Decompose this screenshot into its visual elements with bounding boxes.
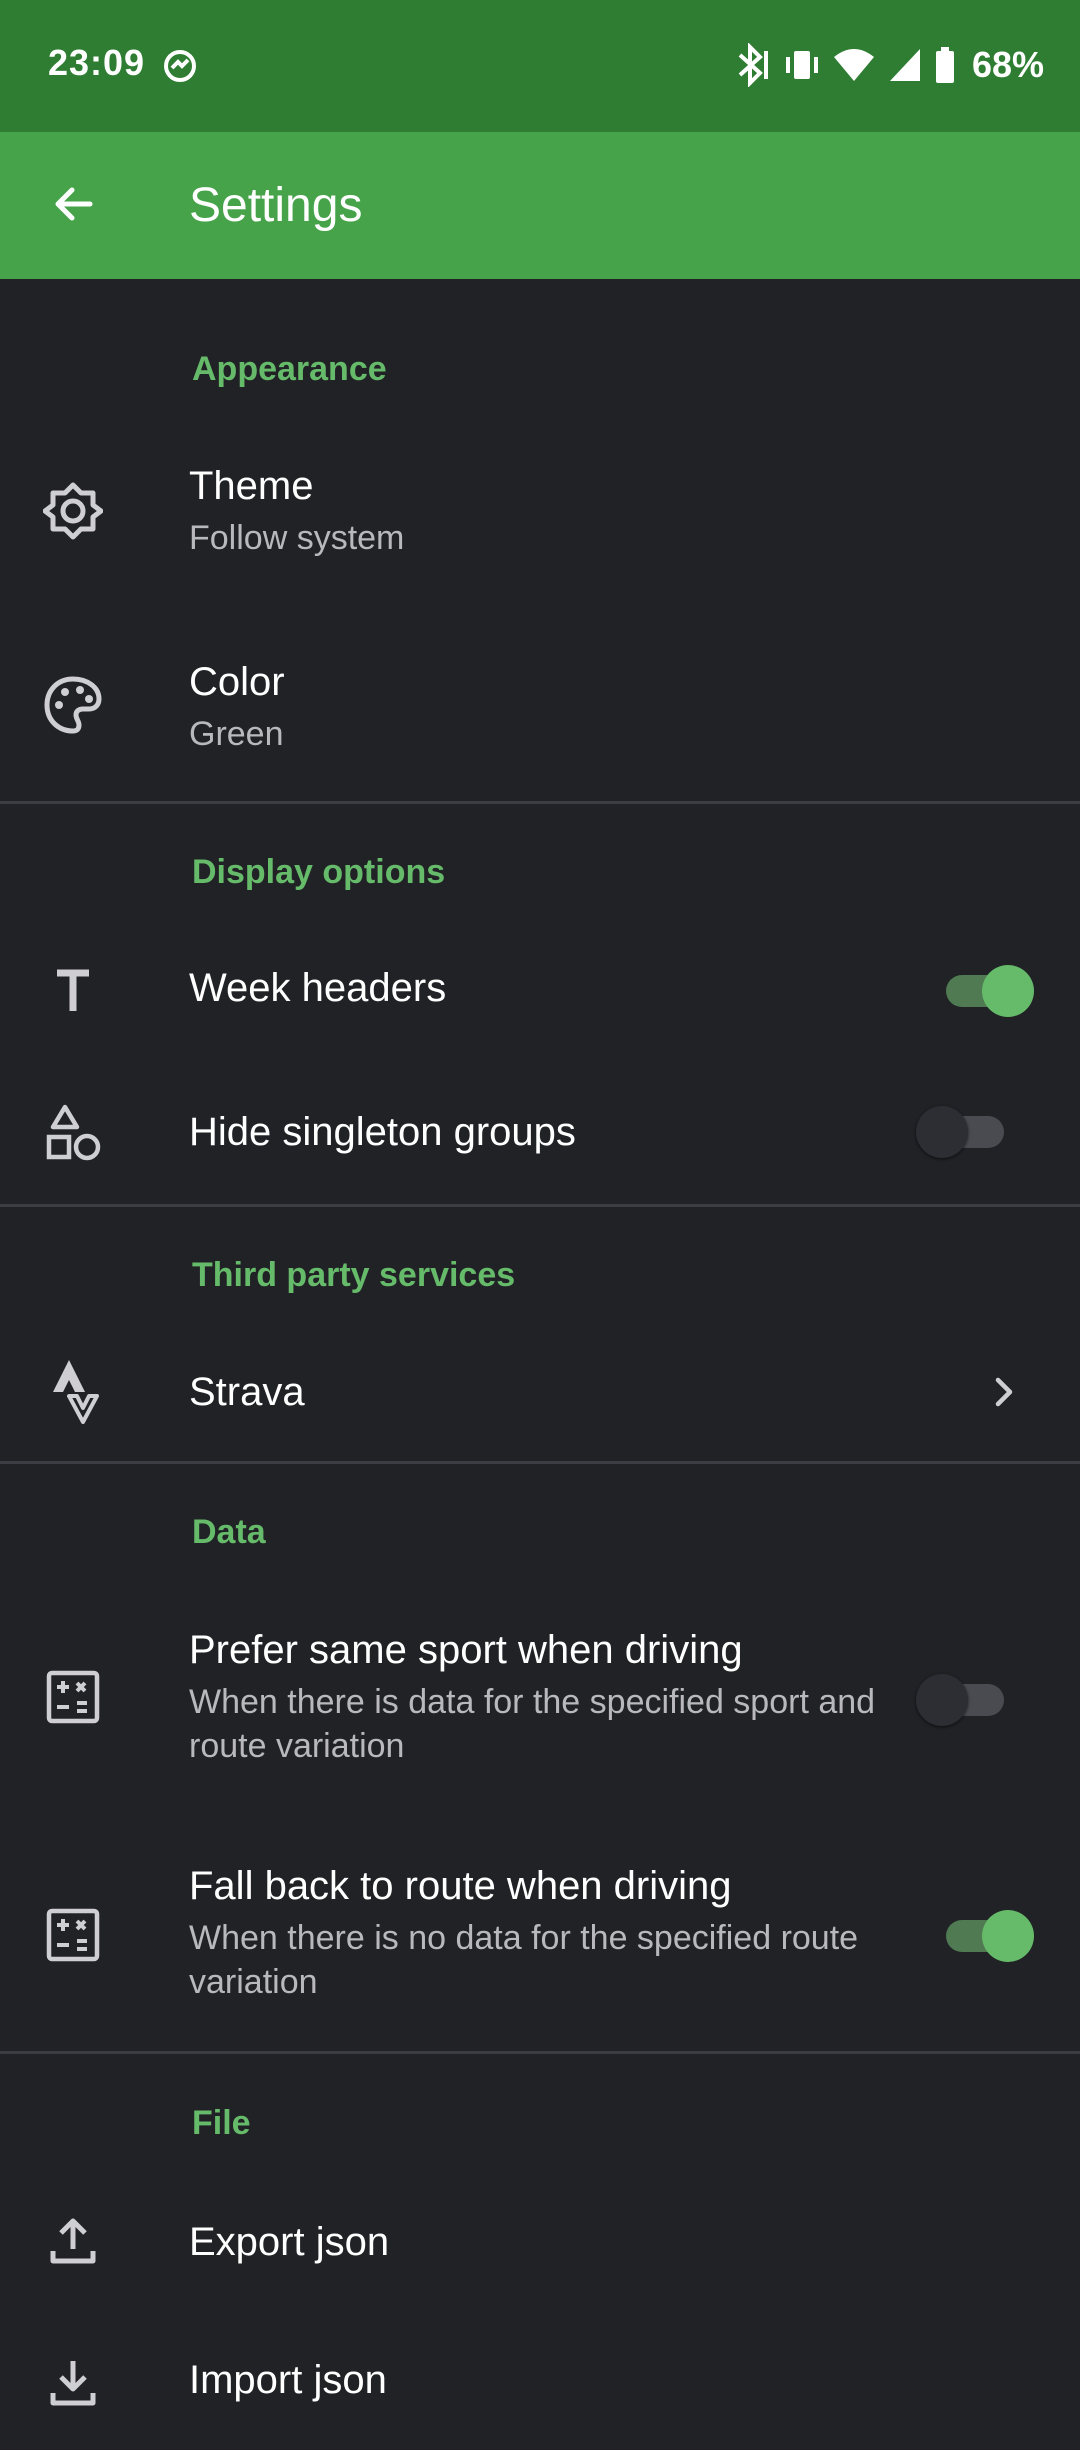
battery-percent: 68%	[971, 44, 1044, 85]
palette-icon	[40, 672, 106, 738]
setting-row-hide-singleton-groups[interactable]: Hide singleton groups	[0, 1060, 1080, 1200]
setting-title: Theme	[189, 464, 314, 508]
battery-icon	[934, 45, 956, 85]
status-bar: 23:09 68%	[0, 0, 1080, 132]
week-headers-toggle[interactable]	[946, 965, 1034, 1017]
setting-row-strava[interactable]: Strava	[0, 1320, 1080, 1460]
setting-title: Week headers	[189, 966, 447, 1010]
toggle-thumb	[982, 965, 1034, 1017]
wifi-icon	[832, 45, 876, 85]
setting-row-theme[interactable]: Theme Follow system	[0, 420, 1080, 610]
setting-subtitle: Follow system	[189, 519, 405, 557]
setting-title: Color	[189, 660, 285, 704]
section-header-display-options: Display options	[192, 853, 446, 891]
setting-title: Hide singleton groups	[189, 1110, 576, 1154]
cell-signal-icon	[886, 45, 924, 85]
text-icon	[40, 958, 106, 1024]
strava-icon	[40, 1358, 106, 1424]
toggle-thumb	[982, 1910, 1034, 1962]
divider	[0, 1204, 1080, 1207]
prefer-same-sport-toggle[interactable]	[916, 1674, 1008, 1726]
calculator-icon	[40, 1664, 106, 1730]
setting-title: Prefer same sport when driving	[189, 1628, 743, 1672]
hide-singleton-toggle[interactable]	[916, 1106, 1008, 1158]
setting-subtitle: When there is no data for the specified …	[189, 1919, 859, 2001]
upload-icon	[40, 2208, 106, 2274]
section-header-file: File	[192, 2104, 251, 2142]
calculator-icon	[40, 1902, 106, 1968]
vibrate-icon	[782, 45, 822, 85]
divider	[0, 1461, 1080, 1464]
fall-back-toggle[interactable]	[946, 1910, 1034, 1962]
arrow-back-icon	[50, 180, 98, 233]
setting-title: Fall back to route when driving	[189, 1864, 732, 1908]
setting-row-export-json[interactable]: Export json	[0, 2170, 1080, 2310]
setting-row-prefer-same-sport[interactable]: Prefer same sport when driving When ther…	[0, 1590, 1080, 1810]
setting-row-fall-back-to-route[interactable]: Fall back to route when driving When the…	[0, 1830, 1080, 2050]
section-header-third-party: Third party services	[192, 1256, 516, 1294]
toggle-thumb	[916, 1674, 968, 1726]
theme-icon	[40, 478, 106, 544]
back-button[interactable]	[36, 176, 112, 236]
sync-icon	[160, 46, 200, 86]
section-header-appearance: Appearance	[192, 350, 387, 388]
app-bar: Settings	[0, 132, 1080, 279]
setting-row-week-headers[interactable]: Week headers	[0, 920, 1080, 1060]
divider	[0, 801, 1080, 804]
setting-subtitle: When there is data for the specified spo…	[189, 1683, 876, 1765]
setting-row-color[interactable]: Color Green	[0, 610, 1080, 800]
setting-title: Import json	[189, 2358, 387, 2402]
setting-title: Strava	[189, 1370, 305, 1414]
bluetooth-icon	[732, 43, 772, 87]
toggle-thumb	[916, 1106, 968, 1158]
setting-row-import-json[interactable]: Import json	[0, 2310, 1080, 2450]
status-time: 23:09	[48, 42, 146, 83]
download-icon	[40, 2350, 106, 2416]
setting-title: Export json	[189, 2220, 390, 2264]
page-title: Settings	[189, 179, 363, 232]
section-header-data: Data	[192, 1513, 266, 1551]
divider	[0, 2051, 1080, 2054]
chevron-right-icon	[984, 1372, 1024, 1412]
shapes-icon	[40, 1100, 106, 1166]
setting-subtitle: Green	[189, 715, 284, 753]
